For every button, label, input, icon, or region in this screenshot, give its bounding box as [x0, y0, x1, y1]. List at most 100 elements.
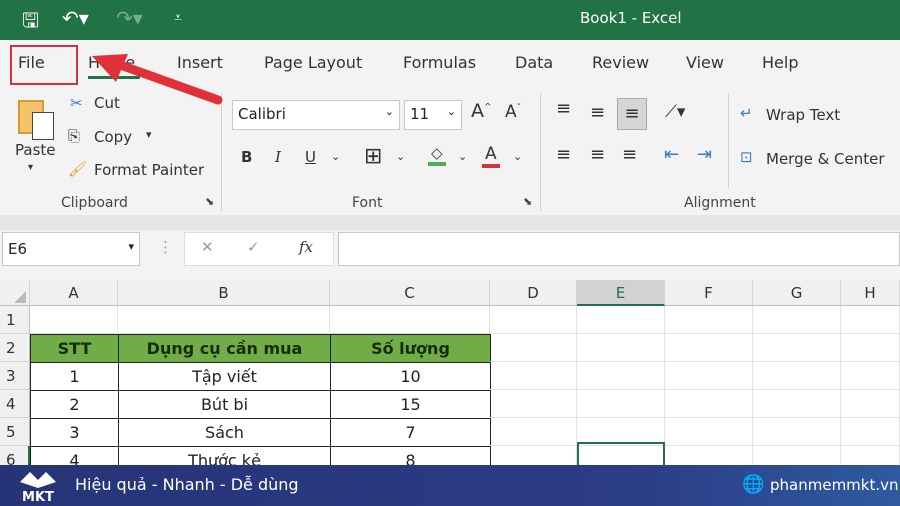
borders-icon[interactable]: ⊞: [364, 144, 382, 169]
decrease-font-icon[interactable]: Aˇ: [505, 102, 521, 122]
cell[interactable]: [841, 306, 900, 334]
cell[interactable]: [118, 306, 330, 334]
cell[interactable]: [753, 418, 841, 446]
align-right-icon[interactable]: ≡: [622, 144, 637, 165]
copy-dropdown-icon[interactable]: ▾: [146, 128, 152, 141]
paste-button[interactable]: Paste: [15, 141, 56, 159]
clipboard-launcher-icon[interactable]: ⬊: [205, 195, 214, 208]
align-top-icon[interactable]: ≡: [556, 98, 571, 119]
column-header[interactable]: E: [577, 280, 665, 306]
cell[interactable]: [30, 306, 118, 334]
font-color-dropdown-icon[interactable]: ⌄: [513, 150, 522, 163]
cell[interactable]: [753, 334, 841, 362]
redo-icon[interactable]: ↷▾: [116, 6, 143, 30]
table-cell[interactable]: Sách: [118, 418, 331, 447]
underline-dropdown-icon[interactable]: ⌄: [331, 150, 340, 163]
table-cell[interactable]: Tập viết: [118, 362, 331, 391]
formula-input[interactable]: [338, 232, 900, 266]
align-left-icon[interactable]: ≡: [556, 144, 571, 165]
wrap-text-button[interactable]: Wrap Text: [766, 106, 840, 124]
tab-file[interactable]: File: [18, 53, 45, 72]
cell[interactable]: [577, 362, 665, 390]
fill-dropdown-icon[interactable]: ⌄: [458, 150, 467, 163]
cell[interactable]: [841, 390, 900, 418]
orientation-icon[interactable]: ⟋▾: [665, 102, 685, 122]
column-header[interactable]: D: [490, 280, 577, 306]
cell[interactable]: [490, 334, 577, 362]
column-header[interactable]: F: [665, 280, 753, 306]
font-name-select[interactable]: Calibri ⌄: [232, 100, 400, 130]
cell[interactable]: [490, 362, 577, 390]
borders-dropdown-icon[interactable]: ⌄: [396, 150, 405, 163]
tab-formulas[interactable]: Formulas: [403, 53, 476, 72]
select-all-button[interactable]: [0, 280, 30, 306]
table-cell[interactable]: Bút bi: [118, 390, 331, 419]
tab-view[interactable]: View: [686, 53, 724, 72]
customize-qat-icon[interactable]: ⩡: [174, 10, 182, 26]
align-center-icon[interactable]: ≡: [590, 144, 605, 165]
tab-review[interactable]: Review: [592, 53, 649, 72]
cell[interactable]: [665, 334, 753, 362]
tab-page-layout[interactable]: Page Layout: [264, 53, 362, 72]
paste-dropdown-icon[interactable]: ▾: [28, 162, 33, 173]
cell[interactable]: [490, 390, 577, 418]
row-header[interactable]: 5: [0, 418, 30, 446]
increase-indent-icon[interactable]: ⇥: [697, 144, 712, 165]
tab-data[interactable]: Data: [515, 53, 553, 72]
align-bottom-icon[interactable]: ≡: [617, 98, 647, 130]
cell[interactable]: [665, 390, 753, 418]
column-header[interactable]: B: [118, 280, 330, 306]
paste-icon[interactable]: [18, 96, 56, 142]
cell[interactable]: [665, 418, 753, 446]
font-launcher-icon[interactable]: ⬊: [523, 195, 532, 208]
table-cell[interactable]: 2: [30, 390, 119, 419]
cell[interactable]: [841, 418, 900, 446]
table-header-cell[interactable]: Số lượng: [330, 334, 491, 363]
table-cell[interactable]: 3: [30, 418, 119, 447]
enter-icon[interactable]: ✓: [247, 238, 260, 256]
bold-button[interactable]: B: [241, 148, 252, 166]
cell[interactable]: [490, 306, 577, 334]
cell[interactable]: [841, 362, 900, 390]
column-header[interactable]: C: [330, 280, 490, 306]
table-cell[interactable]: 1: [30, 362, 119, 391]
cell[interactable]: [753, 390, 841, 418]
cell[interactable]: [665, 362, 753, 390]
cell[interactable]: [577, 334, 665, 362]
font-size-select[interactable]: 11 ⌄: [404, 100, 462, 130]
row-header[interactable]: 1: [0, 306, 30, 334]
table-header-cell[interactable]: STT: [30, 334, 119, 363]
cancel-icon[interactable]: ✕: [201, 238, 214, 256]
cell[interactable]: [665, 306, 753, 334]
column-header[interactable]: G: [753, 280, 841, 306]
website-link[interactable]: phanmemmkt.vn: [770, 476, 899, 494]
format-painter-button[interactable]: Format Painter: [94, 161, 204, 179]
save-icon[interactable]: 🖫: [22, 6, 39, 40]
cell[interactable]: [330, 306, 490, 334]
cell[interactable]: [577, 390, 665, 418]
underline-button[interactable]: U: [305, 148, 316, 166]
column-header[interactable]: A: [30, 280, 118, 306]
merge-center-button[interactable]: Merge & Center: [766, 150, 885, 168]
decrease-indent-icon[interactable]: ⇤: [664, 144, 679, 165]
cell[interactable]: [753, 306, 841, 334]
tab-help[interactable]: Help: [762, 53, 798, 72]
name-box[interactable]: E6 ▾: [2, 232, 140, 266]
row-header[interactable]: 4: [0, 390, 30, 418]
undo-icon[interactable]: ↶▾: [62, 6, 89, 30]
insert-function-button[interactable]: fx: [299, 238, 313, 256]
table-cell[interactable]: 7: [330, 418, 491, 447]
cell[interactable]: [753, 362, 841, 390]
row-header[interactable]: 3: [0, 362, 30, 390]
table-cell[interactable]: 15: [330, 390, 491, 419]
fill-color-icon[interactable]: ◇: [428, 144, 446, 166]
copy-button[interactable]: Copy: [94, 128, 132, 146]
cell[interactable]: [490, 418, 577, 446]
cell[interactable]: [577, 306, 665, 334]
font-color-icon[interactable]: A: [482, 144, 500, 168]
column-header[interactable]: H: [841, 280, 900, 306]
increase-font-icon[interactable]: A^: [471, 100, 492, 122]
cell[interactable]: [841, 334, 900, 362]
align-middle-icon[interactable]: ≡: [590, 102, 605, 123]
table-header-cell[interactable]: Dụng cụ cần mua: [118, 334, 331, 363]
